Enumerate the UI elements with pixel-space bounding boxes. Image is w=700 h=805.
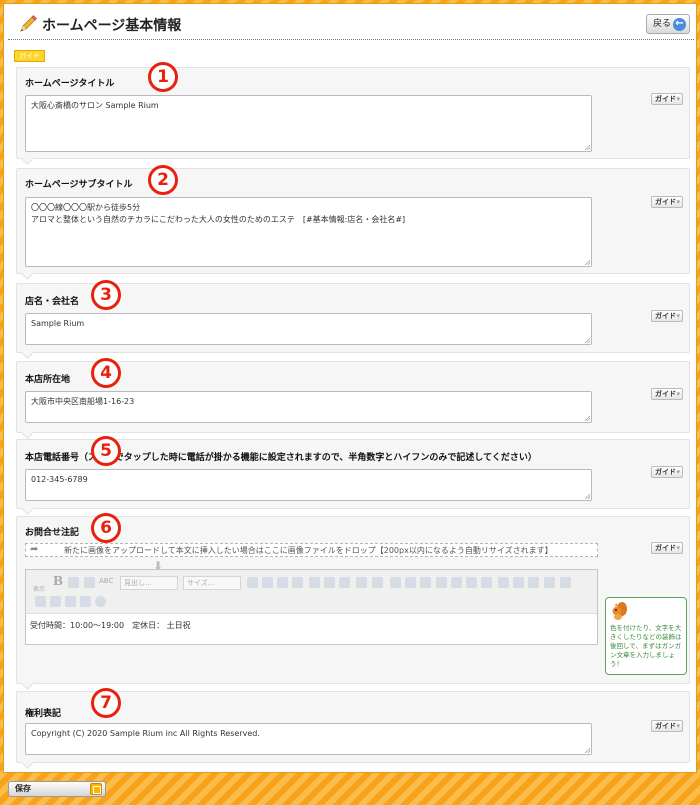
- section-label: 権利表記: [25, 709, 62, 719]
- paste-icon[interactable]: [277, 577, 288, 588]
- bullet-list-icon[interactable]: [339, 577, 350, 588]
- section-main-address: 本店所在地 4 大阪市中央区南船場1-16-23 ガイド: [16, 358, 690, 433]
- step-number-badge: 6: [91, 513, 121, 543]
- drop-zone-text: 新たに画像をアップロードして本文に挿入したい場合はここに画像ファイルをドロップ【…: [64, 546, 553, 555]
- section-label: ホームページタイトル: [25, 79, 115, 89]
- main-panel: ホームページ基本情報 戻る ← ガイド ホームページタイトル 1 大阪心斎橋のサ…: [3, 3, 697, 773]
- align-center-icon[interactable]: [513, 577, 524, 588]
- lock-icon: [90, 783, 102, 795]
- editor-toolbar: 表示 B ABC 見出し... サイズ...: [26, 570, 597, 614]
- align-left-icon[interactable]: [498, 577, 509, 588]
- copy-icon[interactable]: [262, 577, 273, 588]
- unlink-icon[interactable]: [405, 577, 416, 588]
- bold-icon[interactable]: B: [53, 574, 63, 588]
- template-icon[interactable]: [466, 577, 477, 588]
- section-label: お問合せ注記: [25, 528, 80, 538]
- guide-button[interactable]: ガイド: [651, 310, 683, 322]
- drop-arrow-icon: ➦: [30, 544, 39, 555]
- step-number-badge: 5: [91, 436, 121, 466]
- section-copyright: 権利表記 7 Copyright (C) 2020 Sample Rium in…: [16, 688, 690, 763]
- spellcheck-icon[interactable]: ABC: [99, 577, 113, 585]
- paste-text-icon[interactable]: [292, 577, 303, 588]
- step-number-badge: 7: [91, 688, 121, 718]
- section-shop-name: 店名・会社名 3 Sample Rium ガイド: [16, 280, 690, 353]
- page-title: ホームページ基本情報: [42, 18, 182, 34]
- numbered-list-icon[interactable]: [324, 577, 335, 588]
- step-number-badge: 4: [91, 358, 121, 388]
- section-main-phone: 本店電話番号（スマホでタップした時に電話が掛かる機能に設定されますので、半角数字…: [16, 436, 690, 509]
- pencil-icon: [20, 15, 37, 32]
- homepage-subtitle-field[interactable]: 〇〇〇線〇〇〇駅から徒歩5分 アロマと整体という自然のチカラにこだわった大人の女…: [25, 197, 592, 267]
- help-icon[interactable]: [95, 596, 106, 607]
- guide-button[interactable]: ガイド: [651, 542, 683, 554]
- section-label: 店名・会社名: [25, 297, 80, 307]
- special-char-icon[interactable]: [544, 577, 555, 588]
- document-icon[interactable]: [451, 577, 462, 588]
- shop-name-field[interactable]: Sample Rium: [25, 313, 592, 345]
- save-button[interactable]: 保存: [8, 781, 106, 797]
- editor-tip-bubble: 色を付けたり、文字を大きくしたりなどの装飾は後回しで、まずはガンガン文章を入力し…: [605, 597, 687, 675]
- exclamation-icon[interactable]: [372, 577, 383, 588]
- editor-content[interactable]: 受付時間：10:00〜19:00 定休日： 土日祝: [30, 620, 191, 631]
- anchor-icon[interactable]: [420, 577, 431, 588]
- format-select[interactable]: 見出し...: [120, 576, 178, 590]
- back-button[interactable]: 戻る ←: [646, 14, 690, 34]
- image-drop-zone[interactable]: ➦ 新たに画像をアップロードして本文に挿入したい場合はここに画像ファイルをドロッ…: [25, 543, 598, 557]
- section-label: ホームページサブタイトル: [25, 180, 133, 190]
- insert-icon[interactable]: [247, 577, 258, 588]
- undo-icon[interactable]: [35, 596, 46, 607]
- source-icon[interactable]: [80, 596, 91, 607]
- guide-button[interactable]: ガイド: [651, 720, 683, 732]
- main-phone-field[interactable]: 012-345-6789: [25, 469, 592, 501]
- indent-icon[interactable]: [309, 577, 320, 588]
- guide-button[interactable]: ガイド: [651, 196, 683, 208]
- phone-label: 本店電話番号: [25, 453, 80, 463]
- link-icon[interactable]: [390, 577, 401, 588]
- table-icon[interactable]: [481, 577, 492, 588]
- rich-text-editor[interactable]: 表示 B ABC 見出し... サイズ... 受付時間：10:00〜19:00 …: [25, 569, 598, 645]
- guide-toggle[interactable]: ガイド: [14, 50, 45, 62]
- back-arrow-icon: ←: [673, 18, 686, 31]
- step-number-badge: 3: [91, 280, 121, 310]
- tip-text: 色を付けたり、文字を大きくしたりなどの装飾は後回しで、まずはガンガン文章を入力し…: [610, 624, 682, 668]
- guide-button[interactable]: ガイド: [651, 388, 683, 400]
- eraser-icon[interactable]: [68, 577, 79, 588]
- save-button-label: 保存: [15, 784, 31, 793]
- blockquote-icon[interactable]: [356, 577, 367, 588]
- squirrel-mascot-icon: [612, 602, 627, 620]
- section-label: 本店所在地: [25, 375, 71, 385]
- page-header: ホームページ基本情報 戻る ←: [8, 8, 694, 40]
- footer-bar: 保存: [0, 773, 700, 805]
- horizontal-rule-icon[interactable]: [560, 577, 571, 588]
- toolbar-source-label[interactable]: 表示: [33, 584, 45, 593]
- align-right-icon[interactable]: [528, 577, 539, 588]
- guide-button[interactable]: ガイド: [651, 93, 683, 105]
- section-contact-note: お問合せ注記 6 ➦ 新たに画像をアップロードして本文に挿入したい場合はここに画…: [16, 513, 690, 684]
- back-button-label: 戻る: [653, 19, 672, 29]
- preview-icon[interactable]: [50, 596, 61, 607]
- phone-label-note: （スマホでタップした時に電話が掛かる機能に設定されますので、半角数字とハイフンの…: [79, 453, 537, 463]
- guide-button[interactable]: ガイド: [651, 466, 683, 478]
- step-number-badge: 1: [148, 62, 178, 92]
- image-icon[interactable]: [436, 577, 447, 588]
- section-homepage-title: ホームページタイトル 1 大阪心斎橋のサロン Sample Rium ガイド: [16, 62, 690, 159]
- font-size-select[interactable]: サイズ...: [183, 576, 241, 590]
- section-homepage-subtitle: ホームページサブタイトル 2 〇〇〇線〇〇〇駅から徒歩5分 アロマと整体という自…: [16, 165, 690, 274]
- homepage-title-field[interactable]: 大阪心斎橋のサロン Sample Rium: [25, 95, 592, 152]
- step-number-badge: 2: [148, 165, 178, 195]
- copyright-field[interactable]: Copyright (C) 2020 Sample Rium inc All R…: [25, 723, 592, 755]
- maximize-icon[interactable]: [65, 596, 76, 607]
- highlight-icon[interactable]: [84, 577, 95, 588]
- main-address-field[interactable]: 大阪市中央区南船場1-16-23: [25, 391, 592, 423]
